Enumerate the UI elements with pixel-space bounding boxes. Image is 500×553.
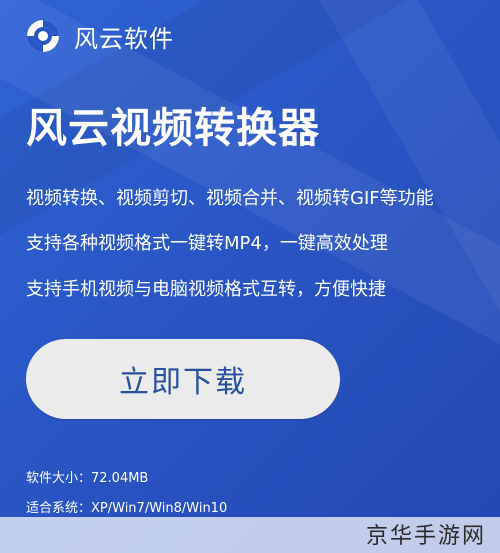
supported-systems: 适合系统：XP/Win7/Win8/Win10 [26,501,228,516]
watermark: 京华手游网 [365,524,486,549]
feature-line: 支持手机视频与电脑视频格式互转，方便快捷 [26,279,386,300]
feature-line: 视频转换、视频剪切、视频合并、视频转GIF等功能 [26,188,434,209]
brand-name: 风云软件 [74,24,174,53]
brand-header: 风云软件 [26,16,174,56]
page-title: 风云视频转换器 [26,104,320,152]
download-button[interactable]: 立即下载 [26,339,340,419]
circle-logo-icon [26,19,60,53]
software-size: 软件大小：72.04MB [26,471,149,486]
feature-line: 支持各种视频格式一键转MP4，一键高效处理 [26,233,388,254]
